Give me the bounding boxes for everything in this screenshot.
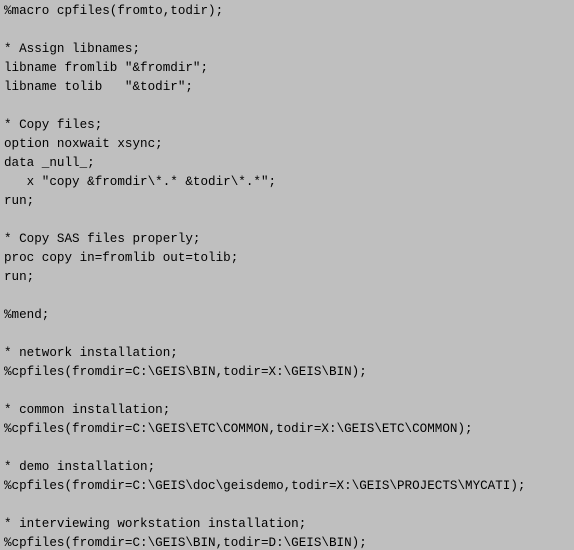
code-block: %macro cpfiles(fromto,todir); * Assign l… [0,0,574,550]
